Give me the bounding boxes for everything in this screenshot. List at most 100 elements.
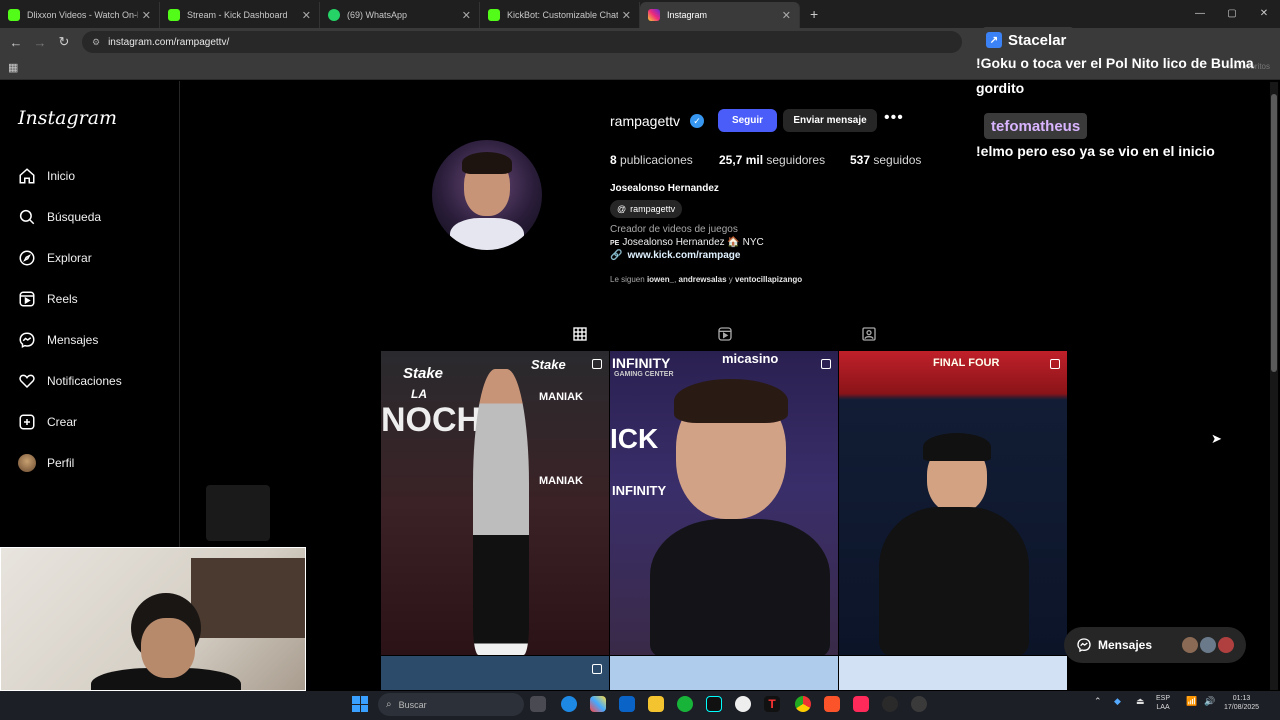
followed-by-user[interactable]: iowen_ bbox=[647, 275, 674, 284]
post-thumbnail[interactable] bbox=[381, 656, 609, 690]
sidebar-item-inicio[interactable]: Inicio bbox=[18, 167, 75, 185]
post-thumbnail[interactable]: INFINITY GAMING CENTER micasino ICK INFI… bbox=[610, 351, 838, 655]
page-scrollbar[interactable] bbox=[1270, 82, 1278, 690]
text-editor-icon[interactable]: T bbox=[764, 696, 780, 712]
reels-icon bbox=[718, 327, 732, 341]
tray-overflow-icon[interactable]: ⌃ bbox=[1094, 697, 1102, 706]
tiktok-live-icon[interactable] bbox=[853, 696, 869, 712]
tiktok-icon[interactable] bbox=[706, 696, 722, 712]
search-icon: ⌕ bbox=[386, 699, 392, 710]
outlook-icon[interactable] bbox=[619, 696, 635, 712]
network-icon[interactable]: ◆ bbox=[1114, 697, 1121, 706]
windows-taskbar bbox=[0, 691, 1280, 720]
usb-icon[interactable]: ⏏ bbox=[1136, 697, 1145, 706]
sidebar-item-label: Reels bbox=[47, 292, 78, 306]
threads-badge[interactable]: @ rampagettv bbox=[610, 200, 683, 218]
compass-icon bbox=[18, 249, 36, 267]
file-explorer-icon[interactable] bbox=[648, 696, 664, 712]
sidebar-item-crear[interactable]: Crear bbox=[18, 413, 77, 431]
reload-icon[interactable]: ↻ bbox=[52, 34, 76, 50]
app-icon[interactable] bbox=[911, 696, 927, 712]
followed-by[interactable]: Le siguen iowen_, andrewsalas y ventocil… bbox=[610, 275, 802, 284]
brave-icon[interactable] bbox=[824, 696, 840, 712]
windows-start-icon[interactable] bbox=[352, 696, 368, 712]
wifi-icon[interactable]: 📶 bbox=[1186, 697, 1197, 706]
follow-button[interactable]: Seguir bbox=[718, 109, 777, 132]
sidebar-item-explorar[interactable]: Explorar bbox=[18, 249, 92, 267]
post-brand-text: FINAL FOUR bbox=[933, 357, 1000, 369]
close-icon[interactable]: ✕ bbox=[142, 9, 151, 22]
link-icon: 🔗 bbox=[610, 250, 623, 261]
tab-kickbot[interactable]: KickBot: Customizable Chat Bo ✕ bbox=[480, 2, 640, 28]
post-brand-text: ICK bbox=[610, 423, 659, 454]
sidebar-item-notificaciones[interactable]: Notificaciones bbox=[18, 372, 122, 390]
post-brand-text: LA bbox=[411, 387, 427, 401]
xbox-icon[interactable] bbox=[677, 696, 693, 712]
grid-icon bbox=[573, 327, 587, 341]
followers-stat[interactable]: 25,7 mil seguidores bbox=[719, 153, 825, 167]
verified-badge-icon: ✓ bbox=[690, 114, 704, 128]
close-icon[interactable]: ✕ bbox=[622, 9, 631, 22]
url-field[interactable]: ⚙ instagram.com/rampagettv/ bbox=[82, 31, 962, 53]
apps-grid-icon[interactable]: ▦ bbox=[8, 61, 18, 74]
carousel-icon bbox=[592, 664, 602, 674]
post-thumbnail[interactable] bbox=[610, 656, 838, 690]
bio-line-text: Josealonso Hernandez 🏠 NYC bbox=[622, 237, 764, 248]
send-message-button[interactable]: Enviar mensaje bbox=[783, 109, 877, 132]
tab-posts[interactable] bbox=[571, 325, 589, 343]
sidebar-item-mensajes[interactable]: Mensajes bbox=[18, 331, 98, 349]
following-stat[interactable]: 537 seguidos bbox=[850, 153, 921, 167]
tab-tagged[interactable] bbox=[860, 325, 878, 343]
copilot-icon[interactable] bbox=[590, 696, 606, 712]
close-icon[interactable]: ✕ bbox=[462, 9, 471, 22]
kickbot-favicon-icon bbox=[488, 9, 500, 21]
itunes-icon[interactable] bbox=[735, 696, 751, 712]
sidebar-item-reels[interactable]: Reels bbox=[18, 290, 78, 308]
avatar bbox=[1218, 637, 1234, 653]
post-thumbnail[interactable] bbox=[839, 656, 1067, 690]
close-window-button[interactable]: ✕ bbox=[1248, 0, 1280, 28]
webcam-overlay bbox=[0, 547, 306, 691]
tab-title: (69) WhatsApp bbox=[347, 10, 408, 20]
new-tab-button[interactable]: + bbox=[810, 6, 818, 22]
avatar-icon bbox=[18, 454, 36, 472]
sidebar-item-busqueda[interactable]: Búsqueda bbox=[18, 208, 101, 226]
tab-title: Stream - Kick Dashboard bbox=[187, 10, 288, 20]
tab-kick-dashboard[interactable]: Stream - Kick Dashboard ✕ bbox=[160, 2, 320, 28]
maximize-button[interactable]: ▢ bbox=[1216, 0, 1248, 28]
tab-whatsapp[interactable]: (69) WhatsApp ✕ bbox=[320, 2, 480, 28]
edge-icon[interactable] bbox=[561, 696, 577, 712]
task-view-icon[interactable] bbox=[530, 696, 546, 712]
close-icon[interactable]: ✕ bbox=[782, 9, 791, 22]
close-icon[interactable]: ✕ bbox=[302, 9, 311, 22]
sidebar-item-label: Notificaciones bbox=[47, 374, 122, 388]
clock[interactable]: 01:13 17/08/2025 bbox=[1224, 694, 1259, 712]
followed-by-user[interactable]: andrewsalas bbox=[679, 275, 727, 284]
back-icon[interactable]: ← bbox=[4, 35, 28, 50]
chrome-icon[interactable] bbox=[795, 696, 811, 712]
tab-title: Dlixxon Videos - Watch On-De bbox=[27, 10, 138, 20]
post-thumbnail[interactable]: Stake Stake MANIAK MANIAK LA NOCHE bbox=[381, 351, 609, 655]
tab-dlixxon[interactable]: Dlixxon Videos - Watch On-De ✕ bbox=[0, 2, 160, 28]
profile-avatar[interactable] bbox=[432, 140, 542, 250]
followed-by-user[interactable]: ventocillapizango bbox=[735, 275, 802, 284]
language-indicator[interactable]: ESP LAA bbox=[1156, 694, 1170, 712]
post-thumbnail[interactable]: FINAL FOUR bbox=[839, 351, 1067, 655]
more-options-icon[interactable]: ••• bbox=[884, 109, 904, 127]
forward-icon[interactable]: → bbox=[28, 35, 52, 50]
scrollbar-thumb[interactable] bbox=[1271, 94, 1277, 372]
instagram-logo[interactable]: Instagram bbox=[18, 107, 117, 129]
clock-time: 01:13 bbox=[1232, 695, 1251, 702]
obs-icon[interactable] bbox=[882, 696, 898, 712]
tagged-icon bbox=[862, 327, 876, 341]
posts-label: publicaciones bbox=[620, 153, 693, 167]
minimize-button[interactable]: — bbox=[1184, 0, 1216, 28]
tab-reels[interactable] bbox=[716, 325, 734, 343]
messages-floating-button[interactable]: Mensajes bbox=[1064, 627, 1246, 663]
taskbar-search[interactable]: ⌕ Buscar bbox=[378, 693, 524, 716]
volume-icon[interactable]: 🔊 bbox=[1204, 697, 1215, 706]
profile-link[interactable]: 🔗 www.kick.com/rampage bbox=[610, 250, 740, 261]
site-info-icon[interactable]: ⚙ bbox=[92, 37, 100, 48]
tab-instagram[interactable]: Instagram ✕ bbox=[640, 2, 800, 28]
sidebar-item-perfil[interactable]: Perfil bbox=[18, 454, 74, 472]
